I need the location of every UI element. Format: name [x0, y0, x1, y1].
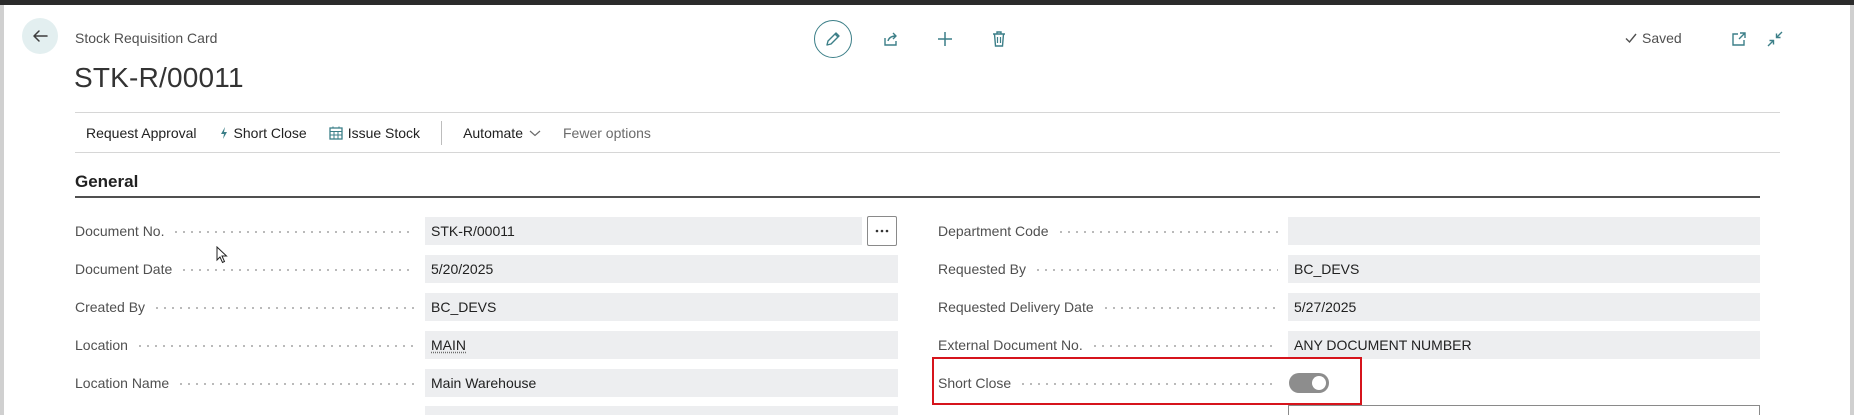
document-no-field[interactable]: STK-R/00011 — [425, 217, 862, 245]
pencil-icon — [824, 30, 842, 48]
location-name-field[interactable]: Main Warehouse — [425, 369, 898, 397]
share-button[interactable] — [876, 20, 906, 58]
automate-label: Automate — [463, 125, 523, 141]
short-close-button[interactable]: Short Close — [208, 113, 318, 152]
location-field[interactable]: MAIN — [425, 331, 898, 359]
fewer-options-label: Fewer options — [563, 125, 651, 141]
issue-stock-label: Issue Stock — [348, 125, 420, 141]
automate-menu[interactable]: Automate — [452, 113, 552, 152]
location-name-label: Location Name — [75, 368, 415, 398]
plus-icon — [936, 30, 954, 48]
action-bar: Request Approval Short Close Issue Stock… — [75, 113, 662, 152]
chevron-down-icon — [529, 129, 541, 137]
requested-by-field[interactable]: BC_DEVS — [1288, 255, 1760, 283]
trash-icon — [990, 30, 1008, 48]
issue-stock-button[interactable]: Issue Stock — [318, 113, 431, 152]
next-right-field-partial[interactable] — [1288, 405, 1760, 415]
back-arrow-icon — [31, 27, 49, 45]
request-approval-button[interactable]: Request Approval — [75, 113, 208, 152]
created-by-label: Created By — [75, 292, 415, 322]
frame-right-border — [1850, 5, 1854, 415]
section-title-general[interactable]: General — [75, 172, 138, 192]
page-caption: Stock Requisition Card — [75, 30, 217, 46]
document-no-assist-button[interactable] — [867, 216, 897, 246]
checkmark-icon — [1624, 31, 1638, 45]
external-document-no-label: External Document No. — [938, 330, 1278, 360]
saved-status: Saved — [1624, 30, 1682, 46]
section-rule — [75, 196, 1760, 198]
page-title: STK-R/00011 — [74, 62, 244, 94]
back-button[interactable] — [22, 18, 58, 54]
window-controls — [1714, 28, 1786, 50]
next-field-partial[interactable] — [425, 406, 898, 415]
lightning-icon — [219, 126, 229, 140]
document-date-field[interactable]: 5/20/2025 — [425, 255, 898, 283]
mouse-cursor-icon — [216, 246, 228, 264]
requested-by-label: Requested By — [938, 254, 1278, 284]
department-code-field[interactable] — [1288, 217, 1760, 245]
external-document-no-field[interactable]: ANY DOCUMENT NUMBER — [1288, 331, 1760, 359]
app-top-bar — [0, 0, 1854, 5]
department-code-label: Department Code — [938, 216, 1278, 246]
request-approval-label: Request Approval — [86, 125, 197, 141]
ellipsis-icon — [875, 229, 889, 233]
collapse-button[interactable] — [1764, 28, 1786, 50]
calendar-grid-icon — [329, 126, 343, 140]
requested-delivery-date-field[interactable]: 5/27/2025 — [1288, 293, 1760, 321]
fewer-options-button[interactable]: Fewer options — [552, 113, 662, 152]
frame-left-border — [0, 5, 4, 415]
requested-delivery-date-label: Requested Delivery Date — [938, 292, 1278, 322]
created-by-field[interactable]: BC_DEVS — [425, 293, 898, 321]
share-icon — [882, 30, 900, 48]
open-new-window-icon — [1730, 30, 1748, 48]
page-actions — [814, 20, 1014, 58]
saved-label: Saved — [1642, 30, 1682, 46]
open-new-window-button[interactable] — [1728, 28, 1750, 50]
document-date-label: Document Date — [75, 254, 415, 284]
actionbar-bottom-divider — [75, 152, 1780, 153]
short-close-label: Short Close — [234, 125, 307, 141]
edit-button[interactable] — [814, 20, 852, 58]
collapse-icon — [1766, 30, 1784, 48]
delete-button[interactable] — [984, 20, 1014, 58]
actionbar-separator — [441, 121, 442, 145]
location-label: Location — [75, 330, 415, 360]
new-button[interactable] — [930, 20, 960, 58]
document-no-label: Document No. — [75, 216, 415, 246]
